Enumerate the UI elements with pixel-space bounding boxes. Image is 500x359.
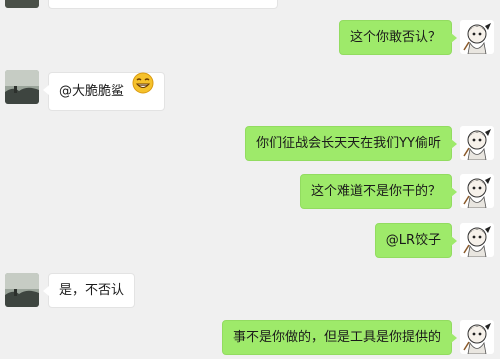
- cartoon-character-avatar-icon[interactable]: [460, 223, 494, 257]
- message-text: @LR饺子: [385, 233, 441, 248]
- message-bubble-outgoing: 你们征战会长天天在我们YY偷听: [245, 126, 457, 161]
- landscape-avatar-icon[interactable]: [5, 70, 39, 104]
- landscape-avatar-icon[interactable]: [5, 273, 39, 307]
- message-bubble-outgoing: 这个难道不是你干的？: [299, 174, 458, 209]
- cartoon-character-avatar-icon[interactable]: [460, 126, 494, 160]
- message-text: 是，不否认: [59, 283, 125, 298]
- landscape-avatar-icon[interactable]: [5, 0, 39, 8]
- message-bubble-incoming: [48, 0, 278, 9]
- message-bubble-incoming: @大脆脆鲨: [42, 72, 166, 111]
- grinning-smile-icon: [132, 72, 154, 109]
- cartoon-character-avatar-icon[interactable]: [460, 174, 494, 208]
- chat-window: 这个你敢否认？ @大脆脆鲨 你们征战会长天天在我们YY偷听 这个难道不是你干的？…: [0, 0, 500, 359]
- message-text: 你们征战会长天天在我们YY偷听: [256, 136, 441, 151]
- message-bubble-outgoing: 事不是你做的，但是工具是你提供的: [221, 320, 458, 355]
- message-text: 这个你敢否认？: [349, 30, 441, 45]
- message-bubble-incoming: 是，不否认: [42, 273, 136, 308]
- message-text: 事不是你做的，但是工具是你提供的: [232, 330, 441, 345]
- message-bubble-outgoing: @LR饺子: [374, 223, 458, 258]
- cartoon-character-avatar-icon[interactable]: [460, 320, 494, 354]
- cartoon-character-avatar-icon[interactable]: [460, 20, 494, 54]
- message-text: 这个难道不是你干的？: [310, 184, 441, 199]
- message-text: @大脆脆鲨: [59, 84, 125, 99]
- message-bubble-outgoing: 这个你敢否认？: [338, 20, 458, 55]
